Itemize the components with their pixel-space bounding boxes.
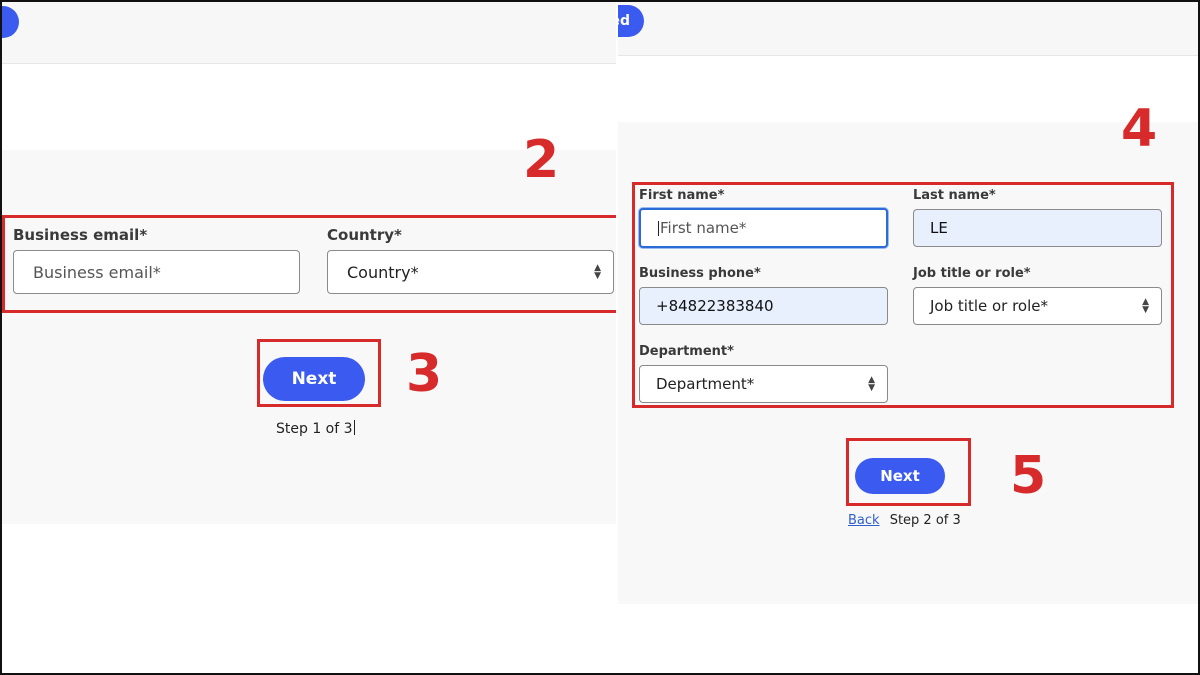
text-cursor [353,420,355,435]
highlight-box-fields [2,215,616,313]
step-nav: Back Step 2 of 3 [848,513,961,528]
top-pill-button[interactable]: ed [618,5,644,37]
form-area [2,150,616,524]
highlight-box-next [257,339,381,407]
form-step-1-panel: Business email* Business email* Country*… [2,2,616,673]
annotation-number-4: 4 [1121,99,1158,159]
step-indicator-text: Step 2 of 3 [889,513,961,528]
annotation-number-3: 3 [406,344,443,404]
annotation-number-2: 2 [523,130,560,190]
highlight-box-next [846,438,971,506]
highlight-box-fields [632,182,1174,408]
form-step-2-panel: ed First name* First name* Last name* LE… [618,2,1198,673]
step-indicator: Step 1 of 3 [276,420,355,437]
top-bar: ed [618,2,1198,56]
top-bar [2,2,616,64]
step-indicator-text: Step 1 of 3 [276,421,353,437]
top-pill-button[interactable] [2,6,19,38]
annotation-number-5: 5 [1010,446,1047,506]
back-link[interactable]: Back [848,513,880,528]
